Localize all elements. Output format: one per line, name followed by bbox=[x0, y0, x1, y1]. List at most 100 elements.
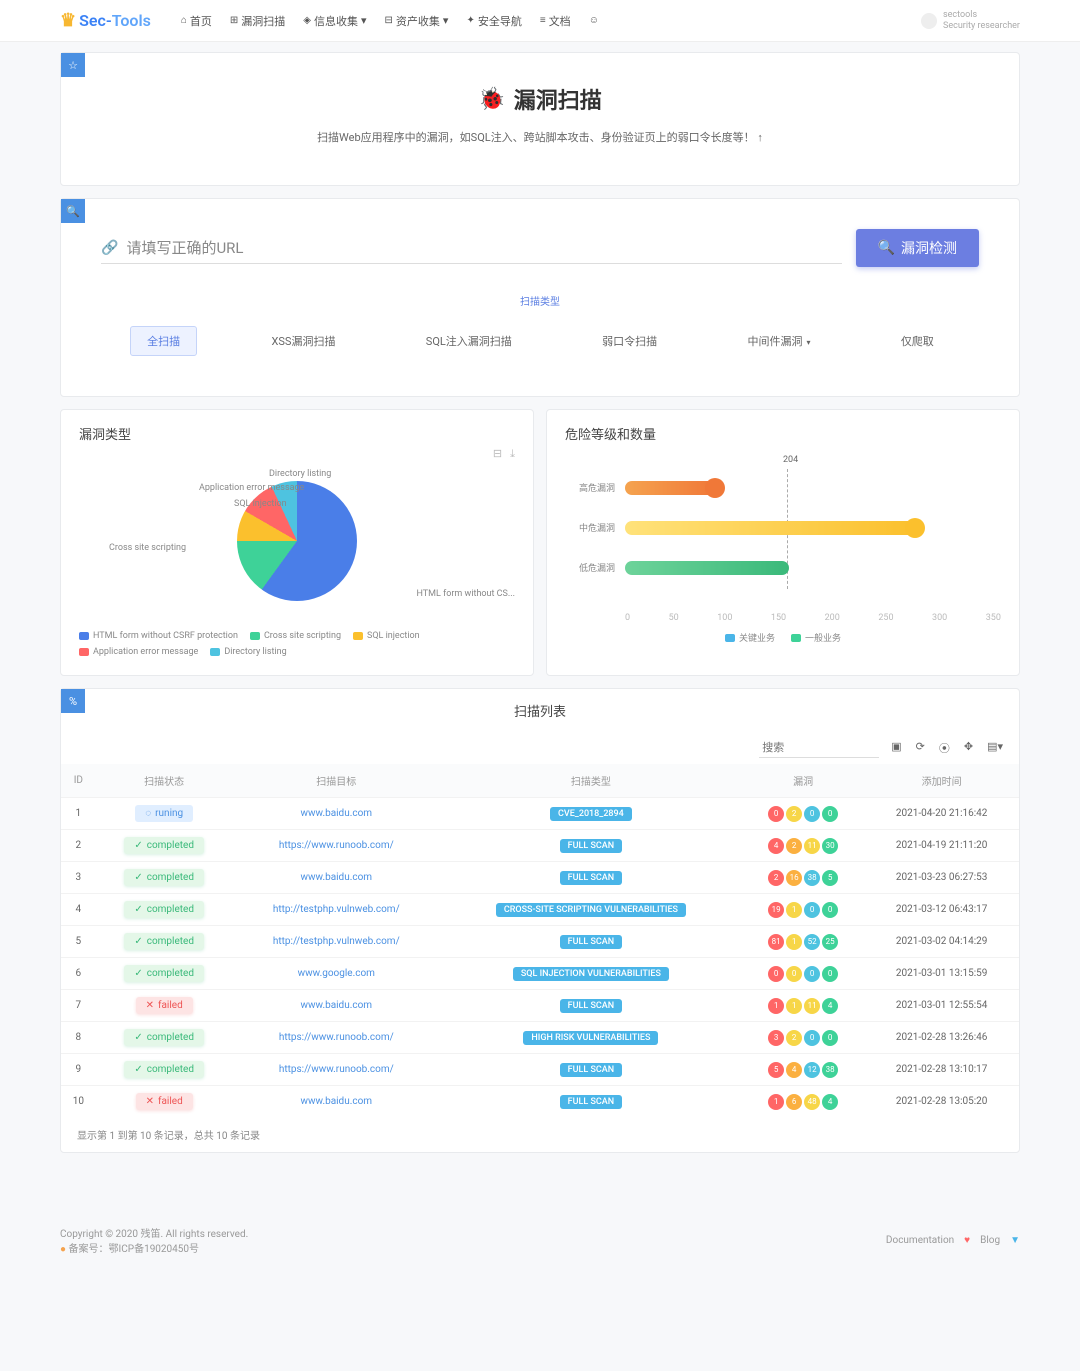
nav-item[interactable]: ⊞漏洞扫描 bbox=[230, 13, 285, 29]
cell-time: 2021-03-01 12:55:54 bbox=[864, 990, 1019, 1022]
table-card: % 扫描列表 ▣ ⟳ ⦿ ✥ ▤▾ ID扫描状态扫描目标扫描类型漏洞添加时间 1… bbox=[60, 688, 1020, 1153]
nav-item[interactable]: ✦安全导航 bbox=[466, 13, 521, 29]
pie-chart: Directory listing Application error mess… bbox=[79, 461, 515, 621]
move-icon[interactable]: ✥ bbox=[964, 740, 973, 756]
status-icon: ✕ bbox=[146, 1096, 154, 1107]
page-title: 🐞漏洞扫描 bbox=[81, 83, 999, 115]
target-link[interactable]: www.baidu.com bbox=[301, 1096, 373, 1107]
logo[interactable]: ♛ Sec-Tools bbox=[60, 10, 151, 31]
target-link[interactable]: www.baidu.com bbox=[301, 1000, 373, 1011]
pie-legend: HTML form without CSRF protectionCross s… bbox=[79, 631, 515, 657]
download-icon[interactable]: ⤓ bbox=[510, 447, 515, 461]
cell-id: 8 bbox=[61, 1022, 96, 1054]
legend-item: Directory listing bbox=[210, 647, 286, 657]
scan-type-0[interactable]: 全扫描 bbox=[130, 326, 197, 356]
table-row: 1 ◌runing www.baidu.com CVE_2018_2894 02… bbox=[61, 798, 1019, 830]
search-badge-icon[interactable]: 🔍 bbox=[61, 199, 85, 223]
scan-search-icon: 🔍 bbox=[878, 240, 895, 256]
vuln-dot: 0 bbox=[786, 966, 802, 982]
vuln-dot: 0 bbox=[804, 966, 820, 982]
nav-item[interactable]: ⊟资产收集▾ bbox=[385, 13, 449, 29]
blog-link[interactable]: Blog bbox=[980, 1235, 1000, 1246]
table-header[interactable]: 扫描类型 bbox=[440, 764, 742, 798]
target-link[interactable]: www.baidu.com bbox=[301, 872, 373, 883]
cell-time: 2021-03-23 06:27:53 bbox=[864, 862, 1019, 894]
vuln-dot: 19 bbox=[768, 902, 784, 918]
target-link[interactable]: https://www.runoob.com/ bbox=[279, 840, 394, 851]
target-link[interactable]: https://www.runoob.com/ bbox=[279, 1032, 394, 1043]
nav-item[interactable]: ≡文档 bbox=[540, 13, 571, 29]
pie-label: Directory listing bbox=[269, 469, 331, 479]
documentation-link[interactable]: Documentation bbox=[886, 1235, 954, 1246]
scan-type-5[interactable]: 仅爬取 bbox=[885, 327, 950, 355]
nav-icon: ⊟ bbox=[385, 15, 393, 26]
vuln-dot: 16 bbox=[786, 870, 802, 886]
cell-id: 10 bbox=[61, 1086, 96, 1118]
chart-bar-title: 危险等级和数量 bbox=[547, 410, 1019, 451]
type-badge: FULL SCAN bbox=[560, 839, 622, 853]
vuln-dot: 11 bbox=[804, 998, 820, 1014]
target-link[interactable]: www.baidu.com bbox=[301, 808, 373, 819]
scan-type-3[interactable]: 弱口令扫描 bbox=[586, 327, 673, 355]
scan-type-1[interactable]: XSS漏洞扫描 bbox=[255, 327, 351, 355]
table-header[interactable]: 漏洞 bbox=[742, 764, 864, 798]
crown-icon: ♛ bbox=[60, 10, 76, 31]
status-icon: ◌ bbox=[145, 808, 151, 819]
cell-id: 4 bbox=[61, 894, 96, 926]
nav-item[interactable]: ⌂首页 bbox=[181, 13, 212, 29]
scan-type-2[interactable]: SQL注入漏洞扫描 bbox=[410, 327, 528, 355]
vuln-dot: 0 bbox=[822, 966, 838, 982]
target-link[interactable]: www.google.com bbox=[298, 968, 375, 979]
type-badge: FULL SCAN bbox=[560, 935, 622, 949]
target-link[interactable]: https://www.runoob.com/ bbox=[279, 1064, 394, 1075]
cell-id: 3 bbox=[61, 862, 96, 894]
user-menu[interactable]: sectools Security researcher bbox=[921, 10, 1020, 32]
stack-icon[interactable]: ⊟ bbox=[493, 447, 502, 461]
table-row: 8 ✓completed https://www.runoob.com/ HIG… bbox=[61, 1022, 1019, 1054]
table-header[interactable]: ID bbox=[61, 764, 96, 798]
table-row: 5 ✓completed http://testphp.vulnweb.com/… bbox=[61, 926, 1019, 958]
target-link[interactable]: http://testphp.vulnweb.com/ bbox=[273, 936, 400, 947]
table-row: 10 ✕failed www.baidu.com FULL SCAN 16484… bbox=[61, 1086, 1019, 1118]
vuln-dots: 19100 bbox=[748, 902, 858, 918]
navbar: ♛ Sec-Tools ⌂首页 ⊞漏洞扫描 ◈信息收集▾ ⊟资产收集▾ ✦安全导航 ≡文档… bbox=[0, 0, 1080, 42]
scan-type-4[interactable]: 中间件漏洞▾ bbox=[731, 327, 826, 355]
cell-time: 2021-02-28 13:10:17 bbox=[864, 1054, 1019, 1086]
table-header[interactable]: 添加时间 bbox=[864, 764, 1019, 798]
expand-icon[interactable]: ▣ bbox=[891, 740, 901, 756]
nav-item[interactable]: ☺ bbox=[589, 13, 602, 29]
table-search-input[interactable] bbox=[759, 738, 879, 758]
table-header[interactable]: 扫描状态 bbox=[96, 764, 233, 798]
star-icon[interactable]: ☆ bbox=[61, 53, 85, 77]
vuln-dot: 0 bbox=[804, 806, 820, 822]
target-link[interactable]: http://testphp.vulnweb.com/ bbox=[273, 904, 400, 915]
refresh-icon[interactable]: ⟳ bbox=[916, 740, 925, 756]
cell-id: 1 bbox=[61, 798, 96, 830]
cell-id: 5 bbox=[61, 926, 96, 958]
filter-icon[interactable]: ▼ bbox=[1010, 1235, 1020, 1246]
columns-icon[interactable]: ▤▾ bbox=[987, 740, 1003, 756]
link-badge-icon[interactable]: % bbox=[61, 689, 85, 713]
bug-icon: 🐞 bbox=[478, 87, 505, 112]
scan-button[interactable]: 🔍漏洞检测 bbox=[856, 229, 979, 267]
status-icon: ✕ bbox=[146, 1000, 154, 1011]
bar-legend: 关键业务一般业务 bbox=[565, 631, 1001, 644]
toggle-icon[interactable]: ⦿ bbox=[939, 740, 950, 756]
scan-table: ID扫描状态扫描目标扫描类型漏洞添加时间 1 ◌runing www.baidu… bbox=[61, 764, 1019, 1117]
cell-id: 6 bbox=[61, 958, 96, 990]
nav-item[interactable]: ◈信息收集▾ bbox=[303, 13, 366, 29]
vuln-dot: 0 bbox=[822, 806, 838, 822]
cell-time: 2021-03-12 06:43:17 bbox=[864, 894, 1019, 926]
table-header[interactable]: 扫描目标 bbox=[233, 764, 440, 798]
axis-tick: 50 bbox=[669, 613, 679, 623]
url-input[interactable] bbox=[126, 239, 841, 257]
cell-time: 2021-02-28 13:05:20 bbox=[864, 1086, 1019, 1118]
type-badge: FULL SCAN bbox=[560, 999, 622, 1013]
type-badge: SQL INJECTION VULNERABILITIES bbox=[513, 967, 669, 981]
bar-ylabel: 高危漏洞 bbox=[565, 481, 615, 494]
vuln-dot: 30 bbox=[822, 838, 838, 854]
bar-peak-label: 204 bbox=[783, 455, 798, 465]
cell-id: 2 bbox=[61, 830, 96, 862]
vuln-dots: 0200 bbox=[748, 806, 858, 822]
table-row: 2 ✓completed https://www.runoob.com/ FUL… bbox=[61, 830, 1019, 862]
